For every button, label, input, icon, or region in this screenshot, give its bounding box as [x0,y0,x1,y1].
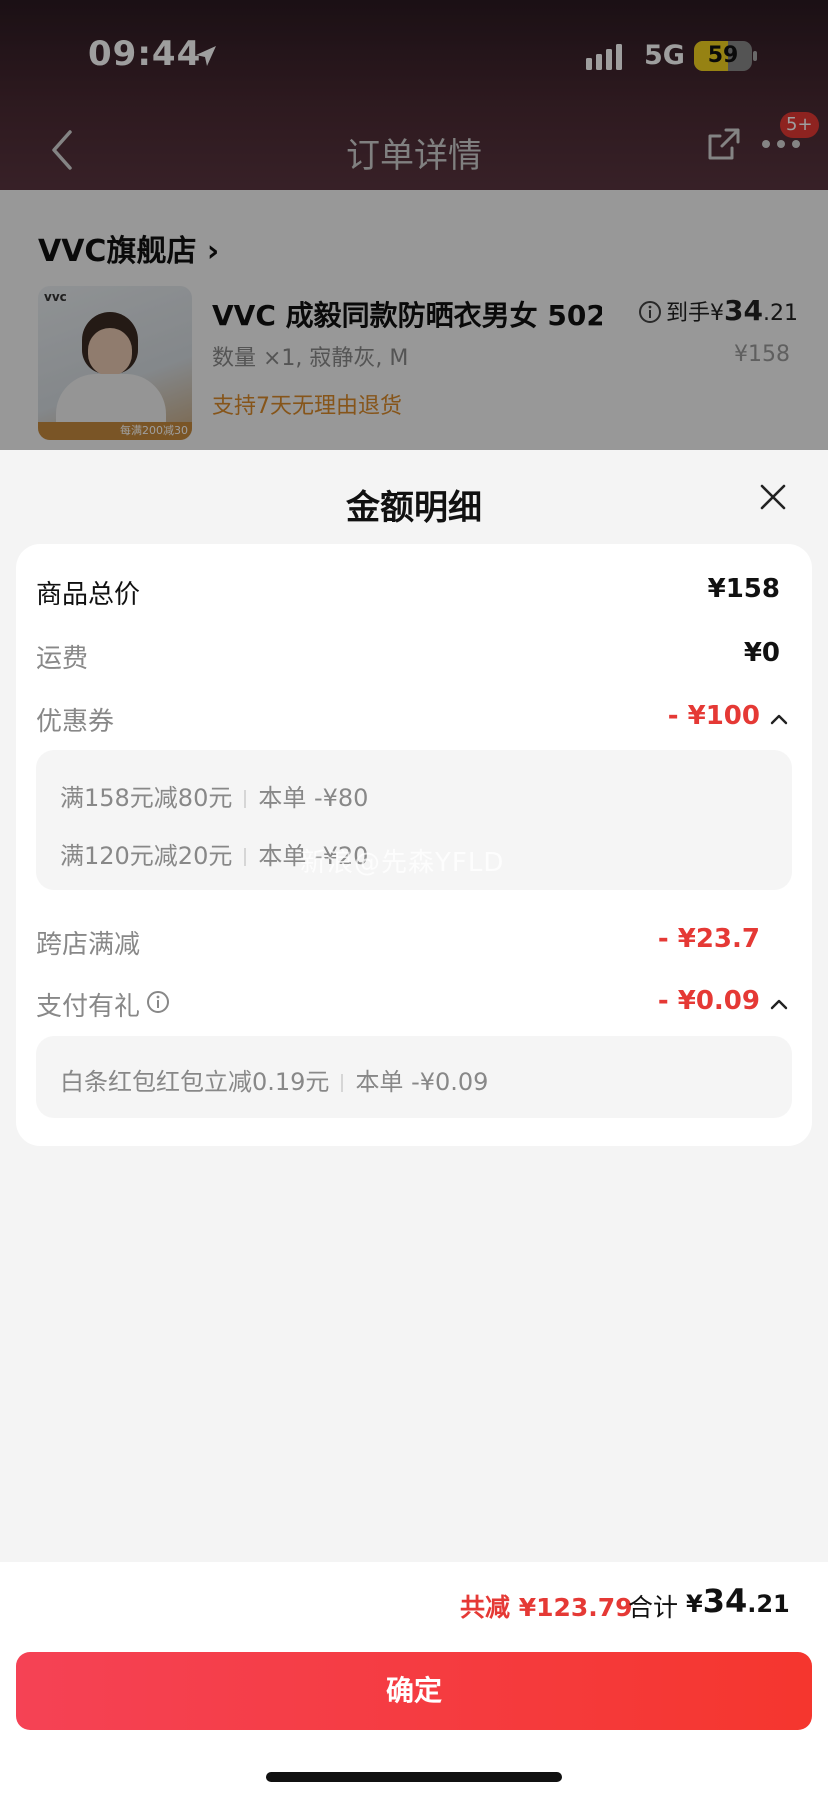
shipping-label: 运费 [36,644,89,674]
total-integer: 34 [702,1582,748,1620]
modal-backdrop[interactable] [0,0,828,450]
sheet-title: 金额明细 [346,488,482,528]
divider [341,1074,344,1092]
coupon-rule: 满120元减20元 [60,842,233,870]
summary-footer: 共减 ¥123.79 合计 ¥34.21 确定 [0,1562,828,1795]
shipping-row: 运费 ¥0 [36,638,792,678]
home-indicator[interactable] [266,1772,562,1782]
coupon-detail-line: 满158元减80元 本单 -¥80 [60,778,368,813]
coupon-rule: 满158元减80元 [60,784,233,812]
payment-gift-label: 支付有礼 [36,992,141,1022]
total-savings: 共减 ¥123.79 [460,1593,633,1622]
cross-store-row: 跨店满减 - ¥23.7 [36,924,792,964]
coupon-applied: 本单 -¥80 [258,784,369,812]
watermark: 新浪@先森YFLD [300,848,505,878]
total-label: 合计 [628,1593,679,1622]
total-currency: ¥ [686,1590,703,1618]
payment-applied: 本单 -¥0.09 [355,1068,489,1096]
cross-store-amount: - ¥23.7 [657,924,760,954]
coupon-row[interactable]: 优惠券 - ¥100 [36,701,792,741]
total-decimal: .21 [747,1590,790,1618]
info-icon[interactable] [146,990,170,1014]
goods-total-amount: ¥158 [707,574,780,604]
goods-total-row: 商品总价 ¥158 [36,574,792,614]
divider [244,848,247,866]
payment-detail-line: 白条红包红包立减0.19元 本单 -¥0.09 [60,1062,488,1097]
payment-gift-amount: - ¥0.09 [657,986,760,1016]
chevron-up-icon[interactable] [770,713,788,725]
payment-detail-box: 白条红包红包立减0.19元 本单 -¥0.09 [36,1036,792,1118]
confirm-button[interactable]: 确定 [16,1652,812,1730]
goods-total-label: 商品总价 [36,580,141,610]
cross-store-label: 跨店满减 [36,930,141,960]
shipping-amount: ¥0 [743,638,780,668]
coupon-label: 优惠券 [36,707,115,737]
payment-rule: 白条红包红包立减0.19元 [60,1068,330,1096]
divider [244,790,247,808]
total-amount: ¥34.21 [686,1582,790,1620]
chevron-up-icon[interactable] [770,998,788,1010]
payment-gift-row[interactable]: 支付有礼 - ¥0.09 [36,986,792,1026]
coupon-amount: - ¥100 [667,701,760,731]
close-icon[interactable] [758,482,788,512]
